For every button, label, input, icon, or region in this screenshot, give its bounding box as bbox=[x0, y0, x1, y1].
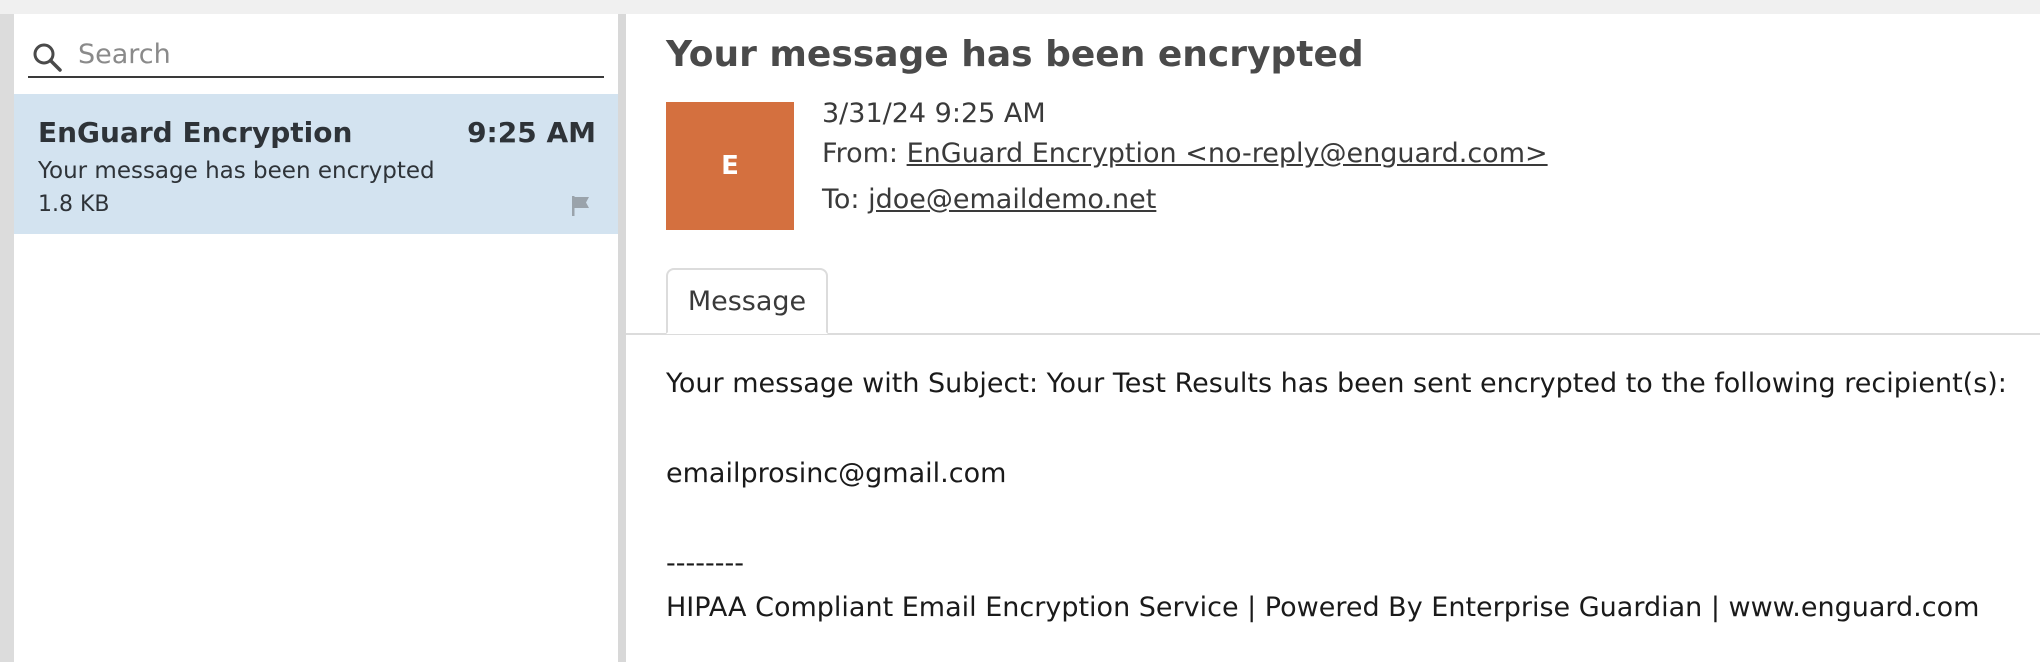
to-address-link[interactable]: jdoe@emaildemo.net bbox=[868, 184, 1156, 215]
top-bar bbox=[0, 0, 2040, 14]
to-label: To: bbox=[822, 184, 860, 215]
email-body-footer: HIPAA Compliant Email Encryption Service… bbox=[666, 592, 1980, 623]
message-list-pane: EnGuard Encryption 9:25 AM Your message … bbox=[14, 14, 618, 662]
tabs-underline bbox=[626, 333, 2040, 335]
message-time: 9:25 AM bbox=[467, 116, 596, 149]
email-subject-title: Your message has been encrypted bbox=[666, 34, 1364, 75]
left-edge bbox=[0, 14, 14, 662]
message-list-item[interactable]: EnGuard Encryption 9:25 AM Your message … bbox=[14, 94, 618, 234]
email-body-line: Your message with Subject: Your Test Res… bbox=[666, 368, 2007, 399]
message-sender: EnGuard Encryption bbox=[38, 116, 353, 149]
tab-message[interactable]: Message bbox=[666, 268, 828, 334]
search-icon bbox=[33, 43, 62, 72]
email-to: To: jdoe@emaildemo.net bbox=[822, 184, 1156, 215]
from-label: From: bbox=[822, 138, 898, 169]
flag-icon[interactable] bbox=[570, 194, 592, 218]
message-size: 1.8 KB bbox=[38, 192, 110, 217]
email-date: 3/31/24 9:25 AM bbox=[822, 98, 1046, 129]
search-box[interactable] bbox=[28, 30, 604, 78]
avatar-letter: E bbox=[721, 151, 739, 181]
reading-pane: Your message has been encrypted E 3/31/2… bbox=[626, 14, 2040, 662]
pane-divider[interactable] bbox=[618, 14, 626, 662]
message-subject: Your message has been encrypted bbox=[38, 158, 435, 184]
email-body-recipient: emailprosinc@gmail.com bbox=[666, 458, 1007, 489]
search-input[interactable] bbox=[78, 34, 598, 74]
email-body-separator: -------- bbox=[666, 548, 744, 579]
email-from: From: EnGuard Encryption <no-reply@engua… bbox=[822, 138, 1548, 169]
tab-message-label: Message bbox=[687, 285, 807, 317]
sender-avatar: E bbox=[666, 102, 794, 230]
from-address-link[interactable]: EnGuard Encryption <no-reply@enguard.com… bbox=[907, 138, 1548, 169]
